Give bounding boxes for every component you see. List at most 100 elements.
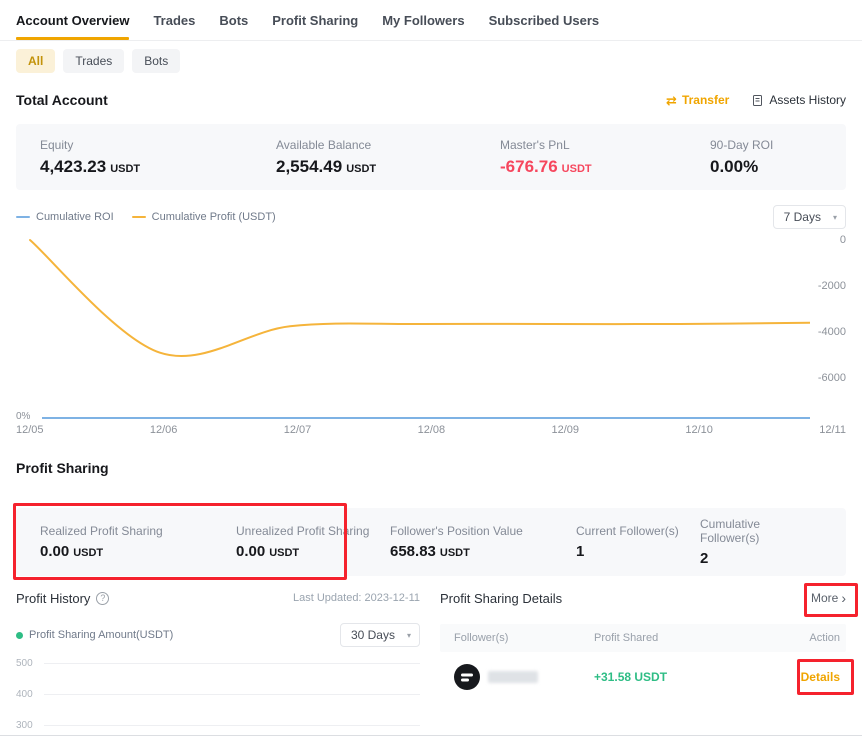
- follower-cell: [454, 664, 594, 690]
- stat-value: 0.00%: [710, 157, 822, 177]
- filter-pills: All Trades Bots: [16, 49, 846, 73]
- y-axis-tick: 0: [806, 234, 846, 246]
- tab-profit-sharing[interactable]: Profit Sharing: [272, 0, 358, 40]
- profit-sharing-details-panel: Profit Sharing Details More › Follower(s…: [440, 588, 846, 736]
- assets-history-icon: [751, 94, 764, 107]
- range-select-value: 30 Days: [351, 628, 395, 642]
- stat-masters-pnl: Master's PnL -676.76USDT: [500, 138, 710, 177]
- table-header: Follower(s) Profit Shared Action: [440, 624, 846, 652]
- tab-account-overview[interactable]: Account Overview: [16, 0, 129, 40]
- total-account-header: Total Account ⇄ Transfer Assets History: [16, 89, 846, 111]
- profit-sharing-stats: Realized Profit Sharing 0.00USDT Unreali…: [16, 508, 846, 576]
- legend-cumulative-roi[interactable]: Cumulative ROI: [16, 211, 114, 223]
- performance-chart-svg: [16, 232, 810, 424]
- assets-history-label: Assets History: [769, 93, 846, 107]
- gridline-row: 300: [16, 710, 420, 736]
- stat-value: 658.83USDT: [390, 543, 576, 560]
- profit-history-chart: 500 400 300: [16, 648, 420, 736]
- gridline: [44, 694, 420, 695]
- tab-bots[interactable]: Bots: [219, 0, 248, 40]
- stat-current-followers: Current Follower(s) 1: [576, 524, 700, 560]
- x-axis-tick: 12/10: [685, 424, 713, 438]
- stat-value: 1: [576, 543, 700, 560]
- legend-label: Profit Sharing Amount(USDT): [29, 629, 173, 641]
- gridline: [44, 725, 420, 726]
- stat-value: 2,554.49USDT: [276, 157, 500, 177]
- y-axis-tick: 400: [16, 689, 36, 700]
- stat-value: 0.00USDT: [236, 543, 390, 560]
- details-button[interactable]: Details: [801, 670, 840, 684]
- x-axis-tick: 12/08: [418, 424, 446, 438]
- profit-history-panel: Profit History ? Last Updated: 2023-12-1…: [16, 588, 420, 736]
- profit-history-title: Profit History: [16, 591, 90, 606]
- filter-trades[interactable]: Trades: [63, 49, 124, 73]
- x-axis-tick: 12/09: [552, 424, 580, 438]
- stat-label: Master's PnL: [500, 138, 710, 152]
- legend-label: Cumulative Profit (USDT): [152, 211, 276, 223]
- transfer-button[interactable]: ⇄ Transfer: [666, 93, 729, 107]
- legend-label: Cumulative ROI: [36, 211, 114, 223]
- stat-label: Equity: [40, 138, 276, 152]
- assets-history-button[interactable]: Assets History: [751, 93, 846, 107]
- column-followers: Follower(s): [454, 632, 594, 644]
- stat-cumulative-followers: Cumulative Follower(s) 2: [700, 517, 822, 567]
- tab-my-followers[interactable]: My Followers: [382, 0, 464, 40]
- stat-label: Cumulative Follower(s): [700, 517, 822, 545]
- follower-avatar: [454, 664, 480, 690]
- stat-label: Available Balance: [276, 138, 500, 152]
- tab-subscribed-users[interactable]: Subscribed Users: [489, 0, 600, 40]
- green-dot-icon: [16, 632, 23, 639]
- x-axis-tick: 12/05: [16, 424, 44, 438]
- x-axis-tick: 12/11: [819, 424, 846, 438]
- bottom-section: Profit History ? Last Updated: 2023-12-1…: [16, 588, 846, 736]
- legend-cumulative-profit[interactable]: Cumulative Profit (USDT): [132, 211, 276, 223]
- filter-bots[interactable]: Bots: [132, 49, 180, 73]
- transfer-icon: ⇄: [666, 94, 677, 107]
- roi-swatch-icon: [16, 216, 30, 218]
- table-row: +31.58 USDT Details: [440, 652, 846, 702]
- more-button[interactable]: More ›: [811, 591, 846, 605]
- total-account-stats: Equity 4,423.23USDT Available Balance 2,…: [16, 124, 846, 190]
- profit-sharing-title: Profit Sharing: [16, 460, 846, 480]
- info-icon[interactable]: ?: [96, 592, 109, 605]
- header-actions: ⇄ Transfer Assets History: [666, 93, 846, 107]
- y-axis-tick: 500: [16, 658, 36, 669]
- gridline-row: 500: [16, 648, 420, 679]
- roi-axis-zero-label: 0%: [16, 411, 30, 422]
- x-axis-tick: 12/06: [150, 424, 178, 438]
- range-select-value: 7 Days: [784, 210, 821, 224]
- stat-value: 4,423.23USDT: [40, 157, 276, 177]
- profit-shared-value: +31.58 USDT: [594, 670, 780, 684]
- column-action: Action: [780, 632, 840, 644]
- more-label: More: [811, 591, 838, 605]
- gridline-row: 400: [16, 679, 420, 710]
- legend-profit-sharing-amount: Profit Sharing Amount(USDT): [16, 629, 173, 641]
- stat-90day-roi: 90-Day ROI 0.00%: [710, 138, 822, 177]
- filter-all[interactable]: All: [16, 49, 55, 73]
- stat-equity: Equity 4,423.23USDT: [40, 138, 276, 177]
- chevron-down-icon: ▾: [833, 213, 837, 222]
- chart-legends: Cumulative ROI Cumulative Profit (USDT): [16, 211, 276, 223]
- y-axis-tick: 300: [16, 720, 36, 731]
- stat-realized-profit-sharing: Realized Profit Sharing 0.00USDT: [40, 524, 236, 560]
- range-select-7-days[interactable]: 7 Days ▾: [773, 205, 846, 229]
- total-account-title: Total Account: [16, 92, 108, 108]
- y-axis-tick: -2000: [806, 280, 846, 292]
- stat-label: Realized Profit Sharing: [40, 524, 236, 538]
- stat-label: Unrealized Profit Sharing: [236, 524, 390, 538]
- stat-label: Current Follower(s): [576, 524, 700, 538]
- stat-value: -676.76USDT: [500, 157, 710, 177]
- stat-label: Follower's Position Value: [390, 524, 576, 538]
- stat-available-balance: Available Balance 2,554.49USDT: [276, 138, 500, 177]
- y-axis-tick: -6000: [806, 372, 846, 384]
- profit-history-title-row: Profit History ?: [16, 591, 109, 606]
- gridline: [44, 663, 420, 664]
- chevron-down-icon: ▾: [407, 631, 411, 640]
- tab-trades[interactable]: Trades: [153, 0, 195, 40]
- cumulative-profit-line: [30, 240, 810, 356]
- range-select-30-days[interactable]: 30 Days ▾: [340, 623, 420, 647]
- chevron-right-icon: ›: [841, 591, 846, 605]
- performance-chart: 0 -2000 -4000 -6000 0%: [16, 232, 846, 424]
- y-axis-tick: -4000: [806, 326, 846, 338]
- x-axis-labels: 12/05 12/06 12/07 12/08 12/09 12/10 12/1…: [16, 424, 846, 438]
